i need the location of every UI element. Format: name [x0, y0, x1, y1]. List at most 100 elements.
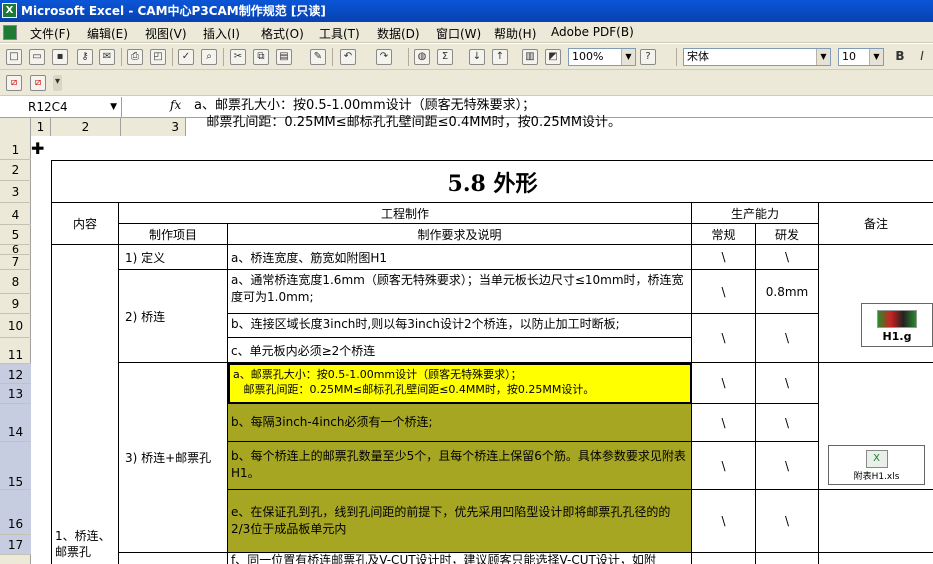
workbook-icon[interactable] [3, 25, 17, 40]
rd-stamp-a[interactable]: \ [756, 363, 819, 404]
req-bridge-c[interactable]: c、单元板内必须≥2个桥连 [228, 338, 692, 363]
header-normal[interactable]: 常规 [692, 224, 756, 245]
row-header[interactable]: 4 [0, 203, 31, 225]
normal-stamp-f[interactable] [692, 553, 756, 564]
rd-stamp-f[interactable] [756, 553, 819, 564]
header-requirements[interactable]: 制作要求及说明 [228, 224, 692, 245]
menu-view[interactable]: 视图(V) [145, 25, 187, 42]
menu-insert[interactable]: 插入(I) [203, 25, 240, 42]
header-notes[interactable]: 备注 [819, 203, 933, 245]
normal-stamp-e[interactable]: \ [692, 490, 756, 553]
menu-data[interactable]: 数据(D) [377, 25, 420, 42]
notes-stamp-e[interactable] [819, 490, 933, 553]
normal-stamp-c[interactable]: \ [692, 442, 756, 490]
normal-bridge-a[interactable]: \ [692, 270, 756, 314]
italic-button[interactable]: I [914, 49, 930, 65]
item-bridge[interactable]: 2) 桥连 [119, 270, 228, 363]
req-stamp-b[interactable]: b、每隔3inch-4inch必须有一个桥连; [228, 404, 692, 442]
print-icon[interactable]: ⎙ [127, 49, 143, 65]
print-preview-icon[interactable]: ◰ [150, 49, 166, 65]
outline-level-3[interactable]: 3 [121, 118, 186, 136]
cut-icon[interactable]: ✂ [230, 49, 246, 65]
req-stamp-f[interactable]: f、同一位置有桥连邮票孔及V-CUT设计时，建议顾客只能选择V-CUT设计，如附 [228, 553, 692, 564]
item-next[interactable] [119, 553, 228, 564]
rd-stamp-e[interactable]: \ [756, 490, 819, 553]
rd-bridge-b[interactable]: \ [756, 314, 819, 363]
header-rd[interactable]: 研发 [756, 224, 819, 245]
row-header[interactable]: 15 [0, 442, 31, 490]
req-bridge-a[interactable]: a、通常桥连宽度1.6mm（顾客无特殊要求）；当单元板长边尺寸≤10mm时，桥连… [228, 270, 692, 314]
row-header[interactable]: 8 [0, 270, 31, 294]
autosum-icon[interactable]: Σ [437, 49, 453, 65]
row-header[interactable]: 10 [0, 314, 31, 338]
help-icon[interactable]: ? [640, 49, 656, 65]
normal-bridge-b[interactable]: \ [692, 314, 756, 363]
req-definition[interactable]: a、桥连宽度、筋宽如附图H1 [228, 245, 692, 270]
row-header[interactable]: 3 [0, 181, 31, 203]
new-icon[interactable]: □ [6, 49, 22, 65]
excel-app-icon[interactable]: X [2, 3, 17, 18]
undo-icon[interactable]: ↶ [340, 49, 356, 65]
outline-level-2[interactable]: 2 [51, 118, 121, 136]
menu-file[interactable]: 文件(F) [30, 25, 70, 42]
open-icon[interactable]: ▭ [29, 49, 45, 65]
rd-bridge-a[interactable]: 0.8mm [756, 270, 819, 314]
worksheet-grid[interactable]: ✚ 5.8 外形 内容 工程制作 生产能力 备注 制作项目 制作要求及说明 常规… [31, 136, 933, 564]
normal-stamp-b[interactable]: \ [692, 404, 756, 442]
req-stamp-a-selected[interactable]: a、邮票孔大小：按0.5-1.00mm设计（顾客无特殊要求）； 邮票孔间距：0.… [228, 363, 692, 404]
row-header[interactable]: 5 [0, 225, 31, 245]
req-stamp-e[interactable]: e、在保证孔到孔，线到孔间距的前提下，优先采用凹陷型设计即将邮票孔孔径的的2/3… [228, 490, 692, 553]
row-header[interactable]: 14 [0, 404, 31, 442]
sheet-title[interactable]: 5.8 外形 [52, 161, 933, 203]
drawing-icon[interactable]: ◩ [545, 49, 561, 65]
chart-wizard-icon[interactable]: ▥ [522, 49, 538, 65]
paste-icon[interactable]: ▤ [276, 49, 292, 65]
row-header[interactable]: 12 [0, 364, 31, 384]
save-icon[interactable]: ▪ [52, 49, 68, 65]
formula-input[interactable]: a、邮票孔大小：按0.5-1.00mm设计（顾客无特殊要求）； 邮票孔间距：0.… [194, 97, 621, 131]
row-header[interactable]: 16 [0, 490, 31, 535]
normal-definition[interactable]: \ [692, 245, 756, 270]
item-stamp-hole[interactable]: 3) 桥连+邮票孔 [119, 363, 228, 553]
row-header[interactable]: 9 [0, 294, 31, 314]
select-all-corner[interactable] [0, 118, 31, 136]
menu-window[interactable]: 窗口(W) [436, 25, 481, 42]
menu-format[interactable]: 格式(O) [261, 25, 304, 42]
embedded-image-h1[interactable]: H1.g [861, 303, 933, 347]
row-header[interactable]: 17 [0, 535, 31, 555]
row-header[interactable]: 6 [0, 244, 31, 255]
header-capacity[interactable]: 生产能力 [692, 203, 819, 224]
redo-icon[interactable]: ↷ [376, 49, 392, 65]
menu-tools[interactable]: 工具(T) [319, 25, 360, 42]
menu-edit[interactable]: 编辑(E) [87, 25, 128, 42]
copy-icon[interactable]: ⧉ [253, 49, 269, 65]
insert-function-icon[interactable]: fx [170, 98, 181, 112]
req-bridge-b[interactable]: b、连接区域长度3inch时,则以每3inch设计2个桥连，以防止加工时断板; [228, 314, 692, 338]
rd-stamp-c[interactable]: \ [756, 442, 819, 490]
req-stamp-c[interactable]: b、每个桥连上的邮票孔数量至少5个，且每个桥连上保留6个筋。具体参数要求见附表H… [228, 442, 692, 490]
name-box[interactable]: R12C4 ▼ [0, 97, 122, 117]
sort-ascending-icon[interactable]: ↓ [469, 49, 485, 65]
item-definition[interactable]: 1) 定义 [119, 245, 228, 270]
embedded-file-attachment[interactable]: X 附表H1.xls [828, 445, 925, 485]
font-size-select[interactable]: 10 ▼ [838, 48, 884, 66]
row-header[interactable]: 13 [0, 384, 31, 404]
row-header[interactable]: 1 [0, 136, 31, 160]
rd-definition[interactable]: \ [756, 245, 819, 270]
row-header[interactable]: 7 [0, 255, 31, 270]
spelling-icon[interactable]: ✓ [178, 49, 194, 65]
rd-stamp-b[interactable]: \ [756, 404, 819, 442]
notes-next[interactable] [819, 553, 933, 564]
header-process[interactable]: 工程制作 [119, 203, 692, 224]
permission-icon[interactable]: ⚷ [77, 49, 93, 65]
row-header[interactable]: 2 [0, 160, 31, 181]
format-painter-icon[interactable]: ✎ [310, 49, 326, 65]
menu-help[interactable]: 帮助(H) [494, 25, 536, 42]
category-cell[interactable]: 1、桥连、邮票孔 [52, 245, 119, 564]
row-header[interactable]: 11 [0, 338, 31, 364]
research-icon[interactable]: ⌕ [201, 49, 217, 65]
header-content[interactable]: 内容 [52, 203, 119, 245]
toolbar-options-icon[interactable]: ▾ [53, 75, 62, 91]
outline-level-1[interactable]: 1 [31, 118, 51, 136]
font-select[interactable]: 宋体 ▼ [683, 48, 831, 66]
